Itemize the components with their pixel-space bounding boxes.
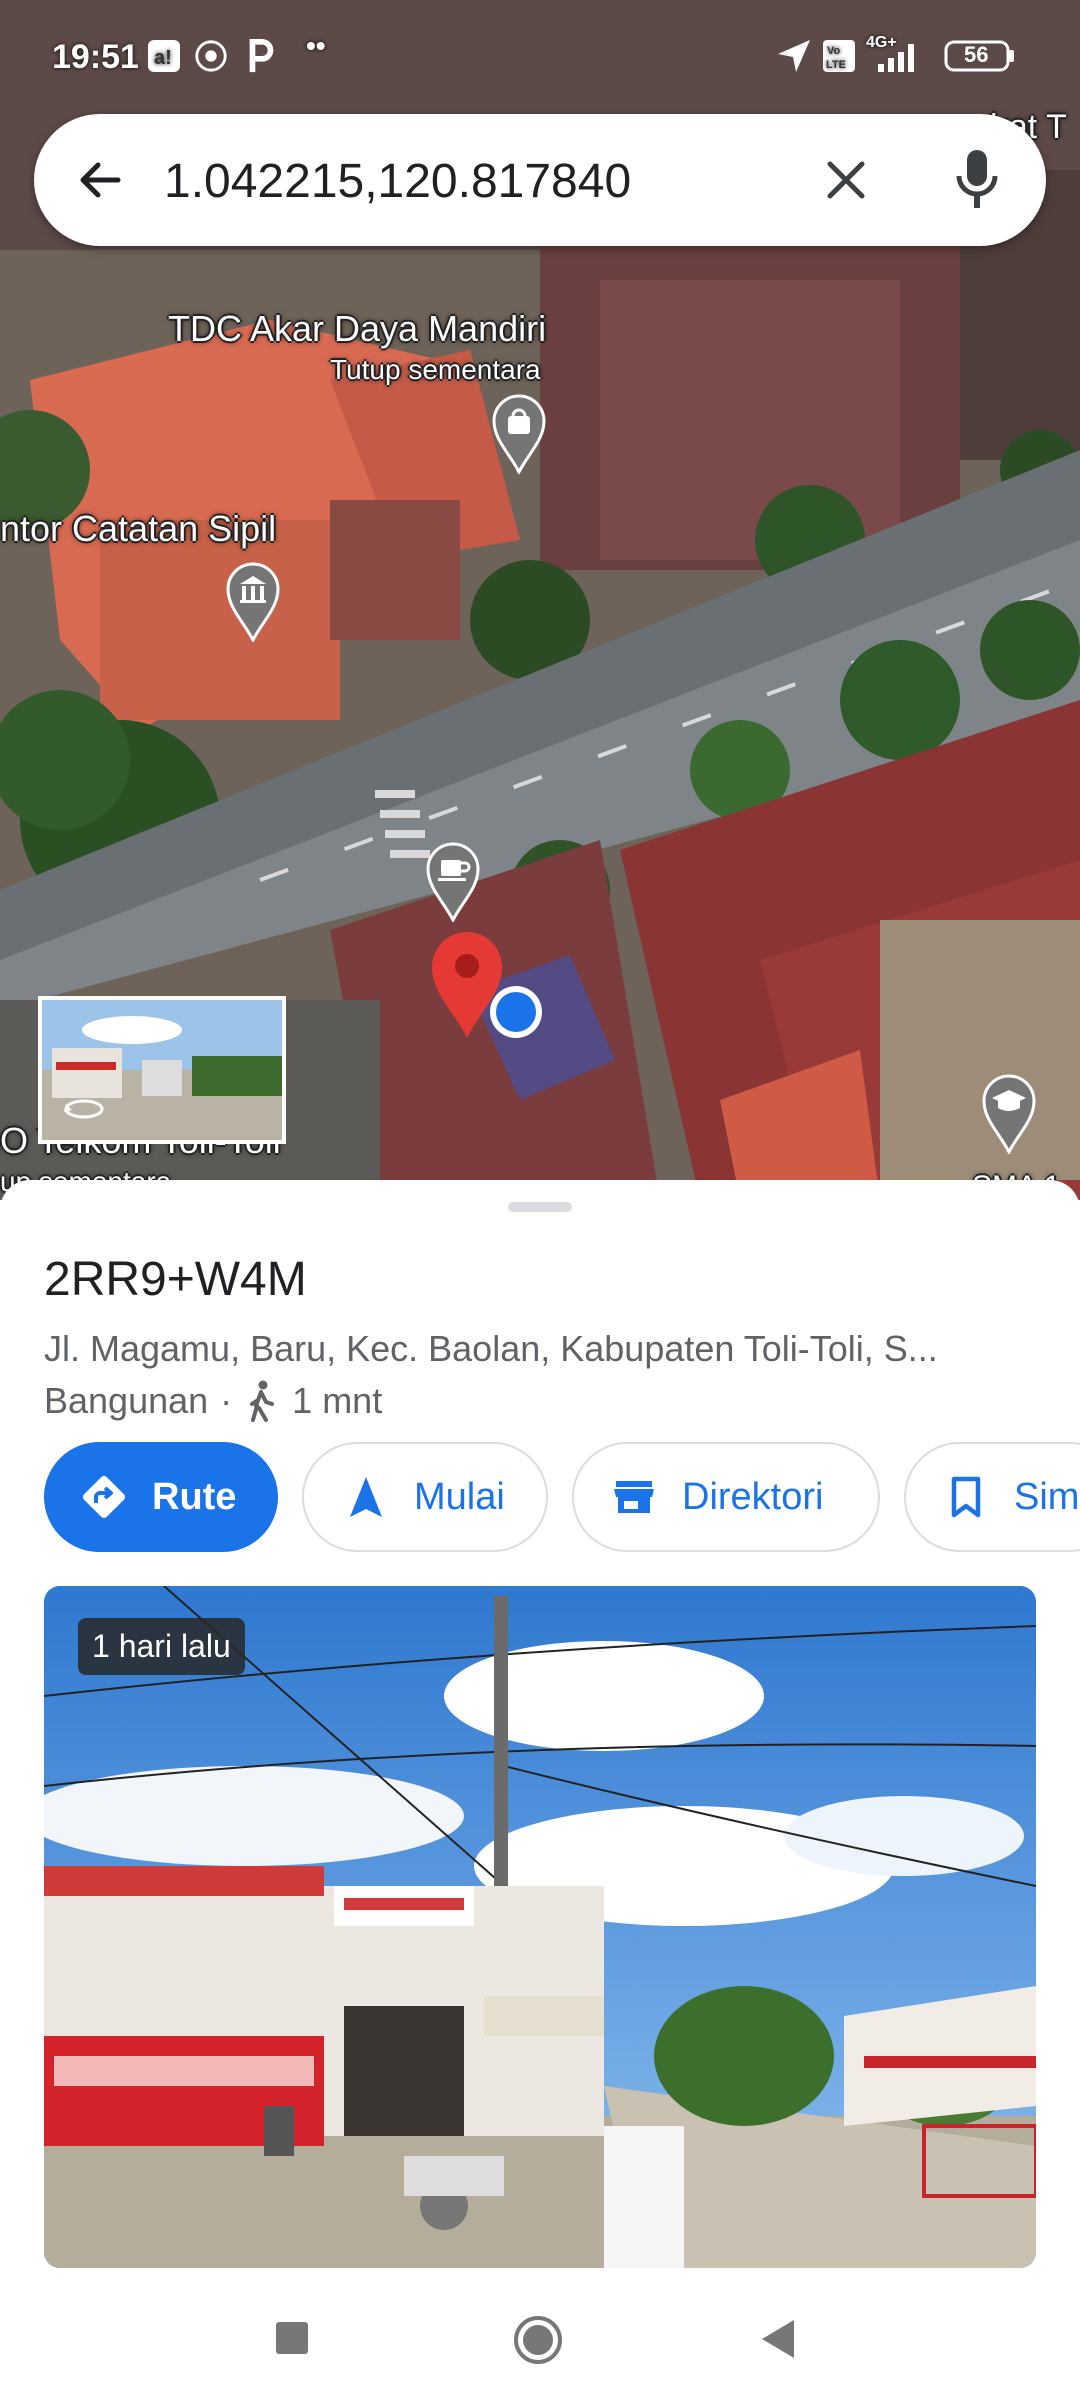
map-label-catatan-sipil[interactable]: ntor Catatan Sipil xyxy=(0,508,276,550)
navigation-arrow-icon xyxy=(350,1477,382,1517)
notification-circle-icon xyxy=(195,40,227,72)
government-building-pin-icon[interactable] xyxy=(226,562,280,642)
recent-apps-icon[interactable] xyxy=(272,2318,312,2358)
save-button[interactable]: Simp xyxy=(904,1442,1080,1552)
back-triangle-icon[interactable] xyxy=(758,2316,798,2362)
back-arrow-icon[interactable] xyxy=(74,154,126,206)
status-time: 19:51 xyxy=(52,38,139,76)
notification-p-icon xyxy=(249,38,274,73)
status-bar: 19:51 a! •• Vo LTE 4G+ 56 xyxy=(0,0,1080,110)
svg-text:Vo: Vo xyxy=(827,45,841,57)
walk-time: 1 mnt xyxy=(292,1380,383,1421)
search-bar[interactable]: 1.042215,120.817840 xyxy=(34,114,1046,246)
close-icon[interactable] xyxy=(824,158,868,202)
svg-text:a!: a! xyxy=(154,47,172,69)
current-location-dot-icon xyxy=(490,986,542,1038)
search-query[interactable]: 1.042215,120.817840 xyxy=(164,154,631,209)
place-category: Bangunan xyxy=(44,1380,209,1421)
school-pin-icon[interactable] xyxy=(982,1074,1036,1154)
meta-separator: · xyxy=(220,1380,233,1421)
map-label-tdc-status: Tutup sementara xyxy=(330,354,541,385)
notification-app-icon: a! xyxy=(148,40,180,72)
bookmark-icon xyxy=(951,1476,981,1518)
walking-icon xyxy=(250,1380,275,1422)
shopping-bag-pin-icon[interactable] xyxy=(492,394,546,474)
store-icon xyxy=(614,1481,654,1513)
start-button[interactable]: Mulai xyxy=(302,1442,548,1552)
cafe-pin-icon[interactable] xyxy=(426,842,480,922)
map-label-tdc[interactable]: TDC Akar Daya Mandiri xyxy=(168,308,546,350)
svg-text:LTE: LTE xyxy=(826,59,846,71)
volte-icon: Vo LTE xyxy=(823,40,855,72)
street-photo xyxy=(44,1586,1036,2268)
more-notifications-icon: •• xyxy=(306,30,326,61)
place-address: Jl. Magamu, Baru, Kec. Baolan, Kabupaten… xyxy=(44,1328,938,1369)
street-view-thumbnail[interactable] xyxy=(38,996,286,1144)
directory-button[interactable]: Direktori xyxy=(572,1442,880,1552)
route-button-label: Rute xyxy=(152,1475,237,1518)
signal-strength-icon xyxy=(878,44,914,72)
start-button-label: Mulai xyxy=(414,1475,505,1518)
battery-level: 56 xyxy=(964,42,989,67)
place-title: 2RR9+W4M xyxy=(44,1253,307,1306)
home-icon[interactable] xyxy=(512,2314,564,2366)
directions-icon xyxy=(83,1476,125,1518)
route-button[interactable]: Rute xyxy=(44,1442,278,1552)
system-nav-bar xyxy=(0,2280,1080,2400)
street-view-rotate-icon xyxy=(64,1099,104,1119)
location-arrow-icon xyxy=(778,40,810,72)
place-meta: Bangunan · 1 mnt xyxy=(44,1380,382,1422)
save-button-label: Simp xyxy=(1014,1475,1080,1518)
place-bottom-sheet[interactable]: 2RR9+W4M Jl. Magamu, Baru, Kec. Baolan, … xyxy=(0,1180,1080,2280)
drag-handle[interactable] xyxy=(508,1202,572,1212)
photo-age-badge: 1 hari lalu xyxy=(78,1618,245,1675)
directory-button-label: Direktori xyxy=(682,1475,824,1518)
microphone-icon[interactable] xyxy=(954,148,1000,212)
place-photo[interactable]: 1 hari lalu xyxy=(44,1586,1036,2268)
